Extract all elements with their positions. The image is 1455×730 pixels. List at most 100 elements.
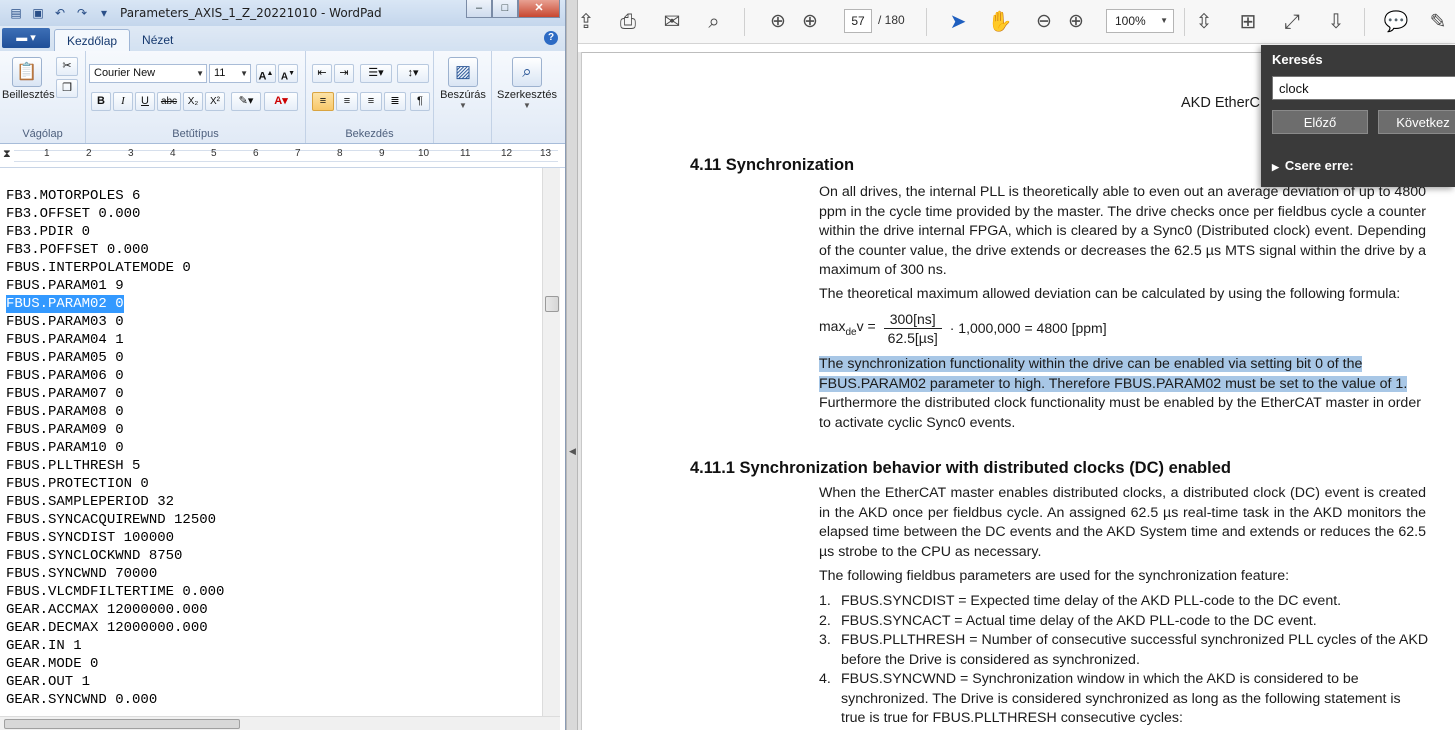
application-menu-button[interactable]: ▬ ▾ — [2, 28, 50, 48]
bold-button[interactable]: B — [91, 92, 111, 111]
document-line[interactable]: FB3.MOTORPOLES 6 — [6, 187, 224, 205]
insert-button[interactable]: ▨ Beszúrás ▼ — [436, 57, 490, 110]
strikethrough-button[interactable]: abc — [157, 92, 181, 111]
justify-icon[interactable]: ≣ — [384, 92, 406, 111]
document-line[interactable]: FBUS.PARAM10 0 — [6, 439, 224, 457]
document-line[interactable]: FBUS.VLCMDFILTERTIME 0.000 — [6, 583, 224, 601]
minimize-button[interactable]: – — [466, 0, 492, 18]
page-number-input[interactable]: 57 — [844, 9, 872, 33]
italic-button[interactable]: I — [113, 92, 133, 111]
find-input[interactable]: clock — [1272, 76, 1455, 100]
underline-button[interactable]: U — [135, 92, 155, 111]
full-screen-icon[interactable]: ⤢ — [1278, 8, 1306, 36]
document-line[interactable]: GEAR.OUT 1 — [6, 673, 224, 691]
save-icon[interactable]: ▣ — [30, 6, 46, 20]
upload-icon[interactable]: ⇪ — [572, 8, 600, 36]
grow-font-button[interactable]: A▲ — [256, 64, 276, 83]
print-icon[interactable]: ⎙ — [614, 8, 642, 36]
subscript-button[interactable]: X₂ — [183, 92, 203, 111]
document-line[interactable]: FBUS.PARAM01 9 — [6, 277, 224, 295]
select-tool-icon[interactable]: ➤ — [944, 8, 972, 36]
document-line[interactable]: FBUS.PLLTHRESH 5 — [6, 457, 224, 475]
align-left-icon[interactable]: ≡ — [312, 92, 334, 111]
document-line[interactable]: FBUS.PARAM03 0 — [6, 313, 224, 331]
highlight-color-button[interactable]: ✎▾ — [231, 92, 261, 111]
document-line[interactable]: FBUS.SYNCWND 70000 — [6, 565, 224, 583]
find-next-button[interactable]: Következ — [1378, 110, 1455, 134]
document-line[interactable]: FBUS.PARAM05 0 — [6, 349, 224, 367]
font-color-button[interactable]: A▾ — [264, 92, 298, 111]
document-area[interactable]: FB3.MOTORPOLES 6 FB3.OFFSET 0.000 FB3.PDIR… — [0, 168, 542, 716]
document-line[interactable]: FBUS.PARAM09 0 — [6, 421, 224, 439]
window-splitter[interactable]: ◀ — [566, 0, 578, 730]
document-text[interactable]: FB3.MOTORPOLES 6 FB3.OFFSET 0.000 FB3.PDIR… — [6, 187, 224, 709]
maximize-button[interactable]: □ — [492, 0, 518, 18]
document-line[interactable]: GEAR.DECMAX 12000000.000 — [6, 619, 224, 637]
undo-icon[interactable]: ↶ — [52, 6, 68, 20]
copy-icon[interactable]: ❐ — [56, 79, 78, 98]
document-line[interactable]: FBUS.PARAM07 0 — [6, 385, 224, 403]
download-icon[interactable]: ⇩ — [1322, 8, 1350, 36]
hand-tool-icon[interactable]: ✋ — [986, 8, 1014, 36]
document-line[interactable]: FBUS.PARAM08 0 — [6, 403, 224, 421]
wordpad-app-icon[interactable]: ▤ — [8, 6, 24, 20]
tab-view[interactable]: Nézet — [130, 29, 185, 51]
search-icon[interactable]: ⌕ — [700, 8, 728, 36]
document-line[interactable]: FBUS.SYNCDIST 100000 — [6, 529, 224, 547]
document-line[interactable]: GEAR.SYNCWND 0.000 — [6, 691, 224, 709]
document-line[interactable]: GEAR.IN 1 — [6, 637, 224, 655]
font-size-select[interactable]: 11 ▼ — [209, 64, 251, 83]
tab-home[interactable]: Kezdőlap — [54, 29, 131, 51]
close-button[interactable]: ✕ — [518, 0, 560, 18]
align-right-icon[interactable]: ≡ — [360, 92, 382, 111]
document-line[interactable]: FBUS.PARAM04 1 — [6, 331, 224, 349]
zoom-out-icon[interactable]: ⊖ — [1030, 8, 1058, 36]
email-icon[interactable]: ✉ — [658, 8, 686, 36]
document-line[interactable]: FBUS.PROTECTION 0 — [6, 475, 224, 493]
indent-marker-icon[interactable]: ⧗ — [3, 148, 11, 161]
scroll-mode-icon[interactable]: ⇳ — [1190, 8, 1218, 36]
document-line[interactable]: FBUS.SYNCACQUIREWND 12500 — [6, 511, 224, 529]
replace-toggle[interactable]: ▶ Csere erre: — [1272, 158, 1354, 173]
horizontal-scrollbar-thumb[interactable] — [4, 719, 240, 729]
find-previous-button[interactable]: Előző — [1272, 110, 1368, 134]
fit-page-icon[interactable]: ⊞ — [1234, 8, 1262, 36]
document-line[interactable]: FBUS.INTERPOLATEMODE 0 — [6, 259, 224, 277]
document-line[interactable]: FB3.PDIR 0 — [6, 223, 224, 241]
document-line[interactable]: FB3.OFFSET 0.000 — [6, 205, 224, 223]
comment-icon[interactable]: 💬 — [1382, 8, 1410, 36]
document-line[interactable]: FBUS.PARAM02 0 — [6, 295, 224, 313]
paragraph-settings-icon[interactable]: ¶ — [410, 92, 430, 111]
document-line[interactable]: FBUS.SYNCLOCKWND 8750 — [6, 547, 224, 565]
line-text: GEAR.MODE 0 — [6, 656, 99, 672]
paste-button[interactable]: 📋 Beillesztés — [2, 57, 55, 101]
bullet-list-icon[interactable]: ☰▾ — [360, 64, 392, 83]
scrollbar-thumb[interactable] — [545, 296, 559, 312]
document-line[interactable]: FBUS.SAMPLEPERIOD 32 — [6, 493, 224, 511]
zoom-in-icon[interactable]: ⊕ — [1062, 8, 1090, 36]
align-center-icon[interactable]: ≡ — [336, 92, 358, 111]
document-line[interactable]: GEAR.MODE 0 — [6, 655, 224, 673]
horizontal-scrollbar[interactable] — [0, 716, 560, 730]
document-line[interactable]: FB3.POFFSET 0.000 — [6, 241, 224, 259]
next-page-icon[interactable]: ⊕ — [796, 8, 824, 36]
vertical-scrollbar[interactable] — [542, 168, 560, 716]
document-line[interactable]: GEAR.ACCMAX 12000000.000 — [6, 601, 224, 619]
ruler[interactable]: ⧗ 1 2 3 4 5 6 7 8 9 10 11 12 13 — [0, 144, 565, 168]
cut-icon[interactable]: ✂ — [56, 57, 78, 76]
help-icon[interactable]: ? — [544, 31, 558, 45]
collapse-arrow-icon[interactable]: ◀ — [569, 446, 576, 457]
previous-page-icon[interactable]: ⊕ — [764, 8, 792, 36]
customize-toolbar-icon[interactable]: ▾ — [96, 6, 112, 20]
line-spacing-icon[interactable]: ↕▾ — [397, 64, 429, 83]
document-line[interactable]: FBUS.PARAM06 0 — [6, 367, 224, 385]
redo-icon[interactable]: ↷ — [74, 6, 90, 20]
decrease-indent-icon[interactable]: ⇤ — [312, 64, 332, 83]
shrink-font-button[interactable]: A▼ — [278, 64, 298, 83]
increase-indent-icon[interactable]: ⇥ — [334, 64, 354, 83]
edit-button[interactable]: ⌕ Szerkesztés ▼ — [494, 57, 560, 110]
superscript-button[interactable]: X² — [205, 92, 225, 111]
sign-icon[interactable]: ✎ — [1424, 8, 1452, 36]
zoom-select[interactable]: 100% ▼ — [1106, 9, 1174, 33]
font-name-select[interactable]: Courier New ▼ — [89, 64, 207, 83]
